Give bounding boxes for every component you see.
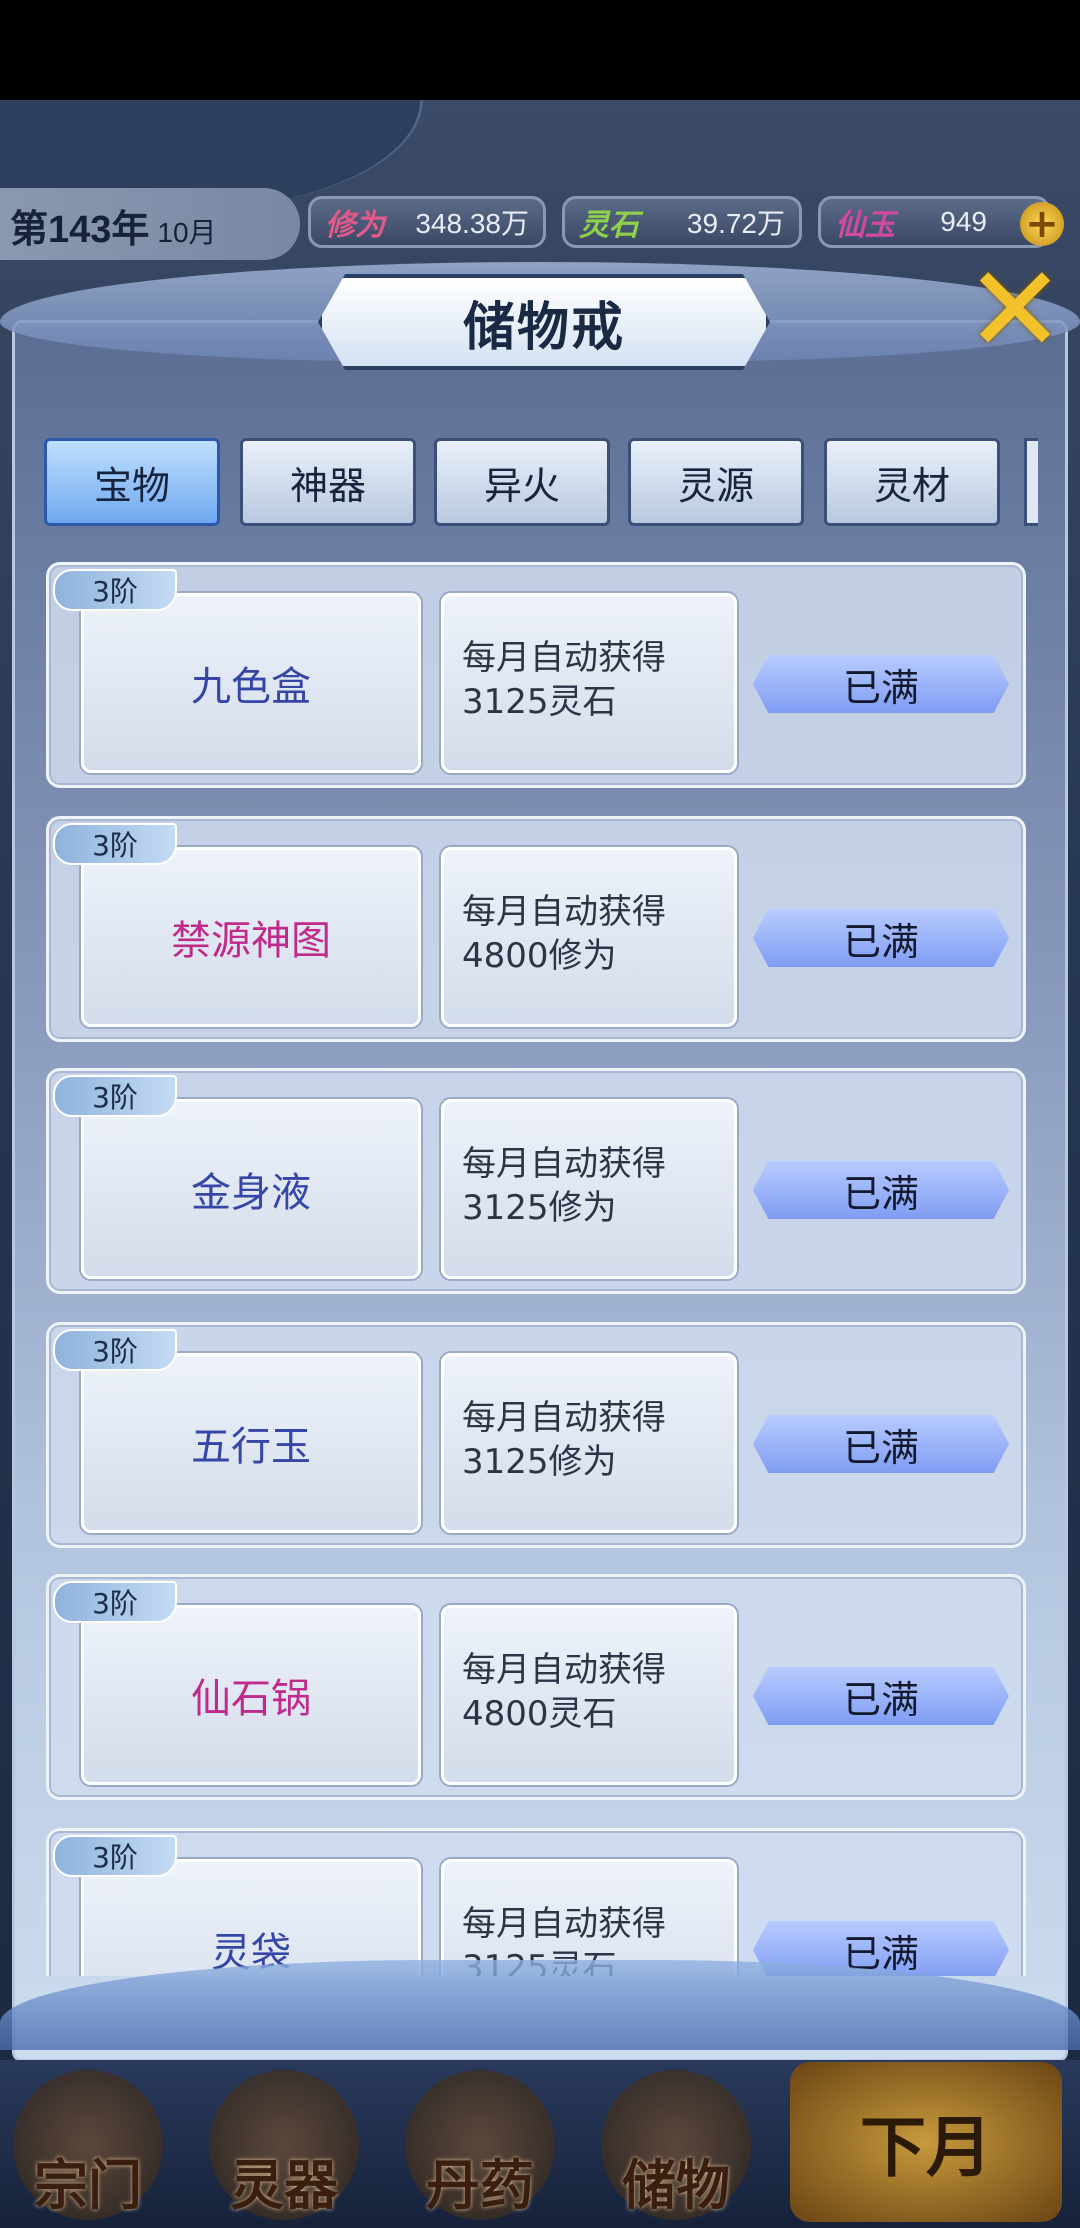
desc-line: 每月自动获得	[462, 1398, 666, 1438]
desc-line: 3125灵石	[462, 682, 617, 722]
item-desc: 每月自动获得 3125修为	[441, 1099, 737, 1279]
list-item: 金身液 每月自动获得 3125修为 已满 3阶	[46, 1068, 1026, 1294]
month-text: 10月	[157, 217, 217, 248]
full-label: 已满	[842, 1171, 919, 1216]
nav-spirit-artifact[interactable]: 灵器	[196, 2062, 372, 2222]
tier-text: 3阶	[92, 829, 138, 862]
resource-label: 灵石	[579, 208, 639, 243]
item-name-box[interactable]: 五行玉	[81, 1353, 421, 1533]
list-item: 九色盒 每月自动获得 3125灵石 已满 3阶	[46, 562, 1026, 788]
list-item: 禁源神图 每月自动获得 4800修为 已满 3阶	[46, 816, 1026, 1042]
tab-label: 异火	[483, 463, 560, 508]
nav-elixir[interactable]: 丹药	[392, 2062, 568, 2222]
tier-badge: 3阶	[53, 1581, 177, 1623]
tab-spirit-source[interactable]: 灵源	[628, 438, 804, 526]
tier-text: 3阶	[92, 1841, 138, 1874]
item-desc: 每月自动获得 3125修为	[441, 1353, 737, 1533]
nav-label: 灵器	[230, 2154, 338, 2217]
full-label: 已满	[842, 1425, 919, 1470]
panel-title-plate: 储物戒	[318, 274, 770, 370]
next-month-label: 下月	[860, 2109, 992, 2186]
full-button[interactable]: 已满	[753, 1415, 1009, 1473]
nav-label: 储物	[622, 2154, 730, 2217]
desc-line: 每月自动获得	[462, 1144, 666, 1184]
tab-label: 神器	[289, 463, 366, 508]
tier-badge: 3阶	[53, 569, 177, 611]
item-name: 禁源神图	[171, 918, 331, 964]
item-name-box[interactable]: 九色盒	[81, 593, 421, 773]
full-button[interactable]: 已满	[753, 1161, 1009, 1219]
next-month-button[interactable]: 下月	[790, 2062, 1062, 2222]
tier-badge: 3阶	[53, 1329, 177, 1371]
resource-value: 39.72万	[686, 208, 785, 239]
nav-storage[interactable]: 储物	[588, 2062, 764, 2222]
tab-label: 宝物	[93, 463, 170, 508]
tier-badge: 3阶	[53, 823, 177, 865]
game-date: 第143年 10月	[10, 198, 217, 252]
full-label: 已满	[842, 1677, 919, 1722]
resource-value: 949	[940, 206, 987, 237]
resource-label: 仙玉	[835, 208, 895, 243]
tab-strange-fire[interactable]: 异火	[434, 438, 610, 526]
full-button[interactable]: 已满	[753, 909, 1009, 967]
resource-label: 修为	[325, 208, 385, 243]
list-item: 灵袋 每月自动获得3125灵石 已满 3阶	[46, 1828, 1026, 1976]
panel-title: 储物戒	[462, 297, 625, 358]
item-desc: 每月自动获得3125灵石	[441, 1859, 737, 1976]
tier-badge: 3阶	[53, 1835, 177, 1877]
item-list[interactable]: 九色盒 每月自动获得 3125灵石 已满 3阶 禁源神图 每月自动获得 4800修为…	[46, 560, 1036, 1976]
item-name: 九色盒	[191, 664, 311, 710]
item-name: 仙石锅	[191, 1676, 311, 1722]
add-jade-button[interactable]: +	[1020, 202, 1064, 246]
tab-label: 灵源	[677, 463, 754, 508]
item-desc: 每月自动获得 4800灵石	[441, 1605, 737, 1785]
system-status-bar	[0, 0, 1080, 100]
tab-treasure[interactable]: 宝物	[44, 438, 220, 526]
desc-line: 4800修为	[462, 936, 617, 976]
item-name: 金身液	[191, 1170, 311, 1216]
item-name-box[interactable]: 仙石锅	[81, 1605, 421, 1785]
tier-text: 3阶	[92, 575, 138, 608]
tab-artifact[interactable]: 神器	[240, 438, 416, 526]
tab-spirit-material[interactable]: 灵材	[824, 438, 1000, 526]
nav-label: 丹药	[426, 2154, 534, 2217]
desc-line: 每月自动获得	[462, 638, 666, 678]
full-label: 已满	[842, 919, 919, 964]
tier-text: 3阶	[92, 1335, 138, 1368]
desc-line: 每月自动获得	[462, 892, 666, 932]
full-button[interactable]: 已满	[753, 1667, 1009, 1725]
resource-spirit-stone: 灵石 39.72万	[562, 196, 802, 248]
nav-sect[interactable]: 宗门	[0, 2062, 176, 2222]
tab-overflow[interactable]	[1024, 438, 1038, 526]
close-icon[interactable]: ✕	[960, 251, 1070, 371]
item-desc: 每月自动获得3125灵石	[441, 593, 737, 773]
full-button[interactable]: 已满	[753, 655, 1009, 713]
desc-line: 4800灵石	[462, 1694, 617, 1734]
year-text: 第143年	[10, 209, 150, 251]
desc-line: 每月自动获得	[462, 1650, 666, 1690]
resource-value: 348.38万	[415, 208, 529, 239]
item-name: 五行玉	[191, 1424, 311, 1470]
full-label: 已满	[842, 665, 919, 710]
list-item: 仙石锅 每月自动获得 4800灵石 已满 3阶	[46, 1574, 1026, 1800]
item-name-box[interactable]: 禁源神图	[81, 847, 421, 1027]
nav-label: 宗门	[34, 2154, 142, 2217]
desc-line: 每月自动获得	[462, 1904, 666, 1944]
desc-line: 3125修为	[462, 1442, 617, 1482]
desc-line: 3125修为	[462, 1188, 617, 1228]
panel-footer-decor	[0, 1960, 1080, 2050]
tab-label: 灵材	[873, 463, 950, 508]
tier-text: 3阶	[92, 1081, 138, 1114]
resource-cultivation: 修为 348.38万	[308, 196, 546, 248]
item-desc: 每月自动获得 4800修为	[441, 847, 737, 1027]
list-item: 五行玉 每月自动获得 3125修为 已满 3阶	[46, 1322, 1026, 1548]
item-name-box[interactable]: 金身液	[81, 1099, 421, 1279]
tier-badge: 3阶	[53, 1075, 177, 1117]
tier-text: 3阶	[92, 1587, 138, 1620]
